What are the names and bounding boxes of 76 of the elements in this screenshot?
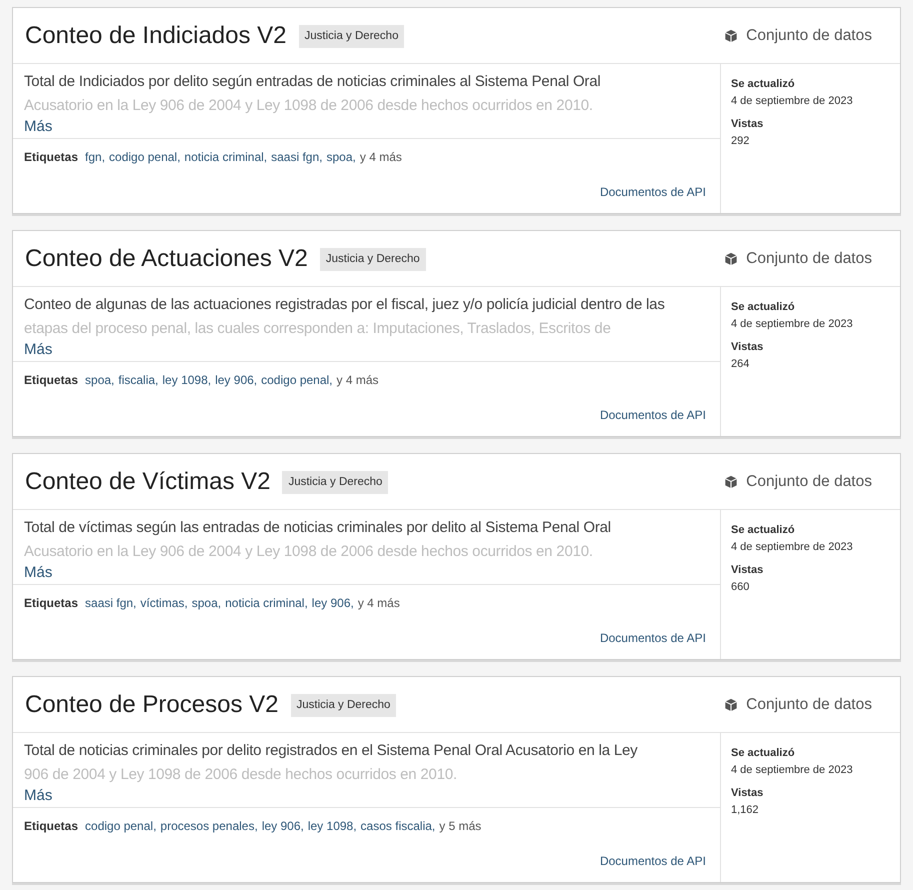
tag-link[interactable]: ley 906, (262, 817, 304, 835)
views-label: Vistas (731, 340, 764, 355)
tag-link[interactable]: víctimas, (140, 594, 188, 612)
tag-link[interactable]: saasi fgn, (271, 148, 322, 166)
tag-link[interactable]: noticia criminal, (225, 594, 308, 612)
category-badge: Justicia y Derecho (320, 248, 426, 272)
more-link[interactable]: Más (24, 118, 52, 136)
views-count: 264 (731, 356, 750, 372)
tag-link[interactable]: spoa, (326, 148, 356, 166)
tag-link[interactable]: spoa, (192, 594, 222, 612)
dataset-title[interactable]: Conteo de Procesos V2 (25, 686, 278, 722)
tag-link[interactable]: ley 1098, (162, 371, 212, 389)
description-line: 906 de 2004 y Ley 1098 de 2006 desde hechos ocurridos en 2010. (24, 765, 458, 785)
description-line: etapas del proceso penal, las cuales corresponden a: Imputaciones, Traslados, Escritos de (24, 319, 612, 339)
tag-link[interactable]: codigo penal, (261, 371, 333, 389)
more-tags-text: y 5 más (439, 818, 482, 835)
category-badge: Justicia y Derecho (290, 694, 396, 718)
more-link[interactable]: Más (24, 564, 52, 582)
tag-link[interactable]: fiscalia, (118, 371, 158, 389)
tags-label: Etiquetas (24, 372, 78, 389)
api-docs-link[interactable]: Documentos de API (600, 406, 706, 424)
updated-date: 4 de septiembre de 2023 (731, 762, 853, 778)
dataset-type-label: Conjunto de datos (746, 472, 872, 492)
tag-link[interactable]: fgn, (85, 148, 106, 166)
updated-date: 4 de septiembre de 2023 (731, 316, 853, 332)
updated-date: 4 de septiembre de 2023 (731, 540, 853, 554)
dataset-type-label: Conjunto de datos (746, 694, 872, 715)
tag-link[interactable]: ley 906, (312, 594, 354, 612)
cube-icon (724, 474, 738, 488)
updated-label: Se actualizó (731, 300, 796, 315)
description-line: Acusatorio en la Ley 906 de 2004 y Ley 1098 de 2006 desde hechos ocurridos en 2010. (24, 542, 594, 562)
cube-icon (724, 252, 738, 266)
dataset-type-label: Conjunto de datos (746, 248, 872, 269)
more-tags-text: y 4 más (360, 149, 402, 166)
updated-label: Se actualizó (731, 77, 796, 92)
tag-link[interactable]: ley 1098, (308, 817, 357, 835)
views-label: Vistas (731, 117, 764, 132)
tag-link[interactable]: ley 906, (215, 371, 258, 389)
tag-link[interactable]: codigo penal, (109, 148, 180, 166)
tags-label: Etiquetas (24, 818, 78, 835)
api-docs-link[interactable]: Documentos de API (600, 629, 706, 647)
api-docs-link[interactable]: Documentos de API (600, 852, 706, 870)
dataset-type-label: Conjunto de datos (746, 26, 872, 46)
more-tags-text: y 4 más (336, 372, 379, 389)
views-count: 292 (731, 134, 750, 148)
tag-link[interactable]: spoa, (85, 371, 114, 389)
tags-label: Etiquetas (24, 595, 78, 612)
cube-icon (724, 28, 738, 42)
api-docs-link[interactable]: Documentos de API (600, 183, 706, 201)
views-count: 1,162 (731, 802, 760, 818)
dataset-title[interactable]: Conteo de Víctimas V2 (25, 464, 270, 500)
tags-label: Etiquetas (24, 149, 78, 166)
more-tags-text: y 4 más (358, 595, 400, 612)
description-line: Total de noticias criminales por delito registrados en el Sistema Penal Oral Acusatorio en la Ley (24, 741, 638, 761)
tag-link[interactable]: saasi fgn, (85, 594, 136, 612)
description-line: Total de víctimas según las entradas de noticias criminales por delito al Sistema Penal Oral (24, 518, 612, 538)
dataset-title[interactable]: Conteo de Indiciados V2 (25, 18, 287, 54)
views-label: Vistas (731, 786, 764, 801)
more-link[interactable]: Más (24, 787, 52, 805)
updated-label: Se actualizó (731, 523, 796, 538)
tag-link[interactable]: noticia criminal, (184, 148, 268, 166)
tag-link[interactable]: casos fiscalia, (360, 817, 436, 835)
tag-link[interactable]: procesos penales, (160, 817, 258, 835)
category-badge: Justicia y Derecho (298, 24, 404, 48)
more-link[interactable]: Más (24, 341, 52, 359)
description-line: Acusatorio en la Ley 906 de 2004 y Ley 1098 de 2006 desde hechos ocurridos en 2010. (24, 96, 594, 116)
description-line: Conteo de algunas de las actuaciones registradas por el fiscal, juez y/o policía judicial dentro de las (24, 295, 666, 315)
updated-label: Se actualizó (731, 746, 796, 761)
cube-icon (724, 698, 738, 712)
views-count: 660 (731, 580, 750, 594)
dataset-title[interactable]: Conteo de Actuaciones V2 (25, 240, 308, 276)
category-badge: Justicia y Derecho (282, 470, 388, 494)
tag-link[interactable]: codigo penal, (85, 817, 156, 835)
description-line: Total de Indiciados por delito según entradas de noticias criminales al Sistema Penal Oral (24, 72, 602, 92)
views-label: Vistas (731, 563, 764, 578)
updated-date: 4 de septiembre de 2023 (731, 94, 853, 108)
